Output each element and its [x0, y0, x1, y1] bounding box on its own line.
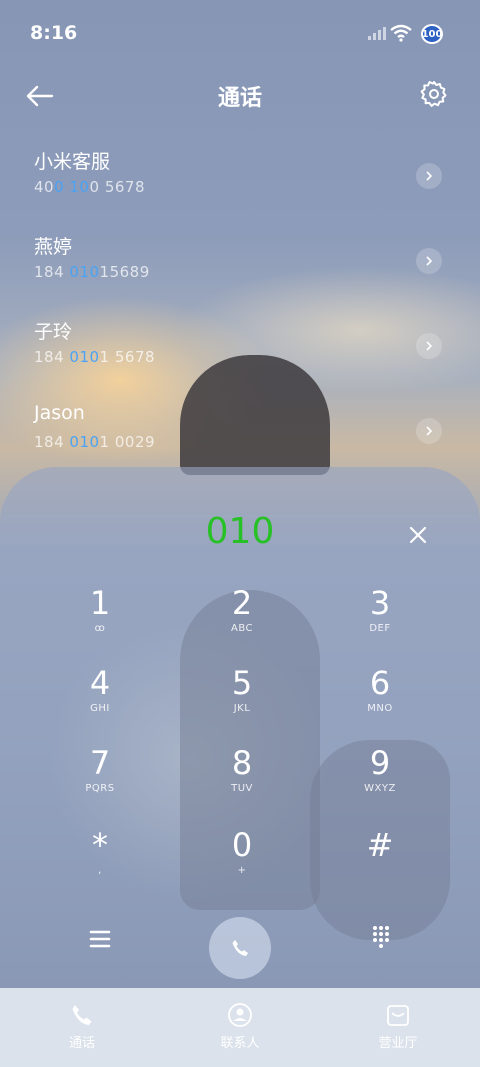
contact-number: 184 0101 0029 [34, 433, 156, 451]
chevron-right-icon[interactable] [416, 248, 442, 274]
dial-key-7[interactable]: 7 PQRS [40, 745, 160, 825]
contact-number: 184 01015689 [34, 263, 150, 281]
dial-key-2[interactable]: 2 ABC [182, 585, 302, 665]
contact-name: 子玲 [34, 321, 73, 343]
contact-row[interactable]: 子玲 184 0101 5678 [0, 305, 480, 385]
page-title: 通话 [217, 86, 262, 111]
bottom-navigation: 通话 联系人 营业厅 [0, 988, 480, 1067]
dial-key-hash[interactable]: # [320, 827, 440, 907]
contact-number: 184 0101 5678 [34, 348, 156, 366]
dialpad-icon[interactable] [366, 921, 396, 951]
call-button[interactable] [209, 917, 271, 979]
nav-tab-store[interactable]: 营业厅 [353, 1002, 443, 1051]
gear-icon[interactable] [418, 78, 450, 110]
person-icon [228, 1003, 252, 1027]
contact-name: 燕婷 [34, 236, 73, 258]
chevron-right-icon[interactable] [416, 418, 442, 444]
wifi-icon [390, 24, 412, 42]
nav-label: 通话 [68, 1036, 95, 1051]
contact-number: 400 100 5678 [34, 178, 146, 196]
dialpad-panel: 010 1ꝏ 2 ABC 3 DEF 4 GHI 5 JKL 6 MNO 7 PQRS 8T… [0, 467, 480, 1067]
store-icon [387, 1005, 409, 1026]
dial-key-1[interactable]: 1ꝏ [40, 585, 160, 665]
dial-key-3[interactable]: 3 DEF [320, 585, 440, 665]
dial-key-8[interactable]: 8 TUV [182, 745, 302, 825]
dial-key-6[interactable]: 6 MNO [320, 665, 440, 745]
status-bar: 8:16 100 [0, 0, 480, 64]
status-time: 8:16 [30, 22, 78, 44]
contact-row[interactable]: Jason 184 0101 0029 [0, 390, 480, 470]
contact-name: Jason [34, 402, 85, 424]
contact-row[interactable]: 小米客服 400 100 5678 [0, 135, 480, 215]
dial-key-9[interactable]: 9 WXYZ [320, 745, 440, 825]
dial-key-0[interactable]: 0 + [182, 827, 302, 907]
phone-icon [72, 1005, 92, 1025]
dial-key-4[interactable]: 4 GHI [40, 665, 160, 745]
signal-icon [368, 26, 386, 40]
contact-row[interactable]: 燕婷 184 01015689 [0, 220, 480, 300]
nav-tab-calls[interactable]: 通话 [37, 1002, 127, 1051]
close-icon[interactable] [404, 521, 432, 549]
contact-name: 小米客服 [34, 151, 111, 173]
nav-label: 联系人 [220, 1036, 260, 1051]
chevron-right-icon[interactable] [416, 163, 442, 189]
dial-key-star[interactable]: *, [40, 827, 160, 907]
nav-label: 营业厅 [378, 1036, 418, 1051]
dial-key-5[interactable]: 5 JKL [182, 665, 302, 745]
nav-tab-contacts[interactable]: 联系人 [195, 1002, 285, 1051]
menu-icon[interactable] [82, 921, 118, 957]
battery-icon: 100 [421, 24, 443, 44]
chevron-right-icon[interactable] [416, 333, 442, 359]
voicemail-icon: ꝏ [94, 623, 106, 634]
header: 通话 [0, 70, 480, 120]
phone-call-icon [232, 940, 248, 956]
